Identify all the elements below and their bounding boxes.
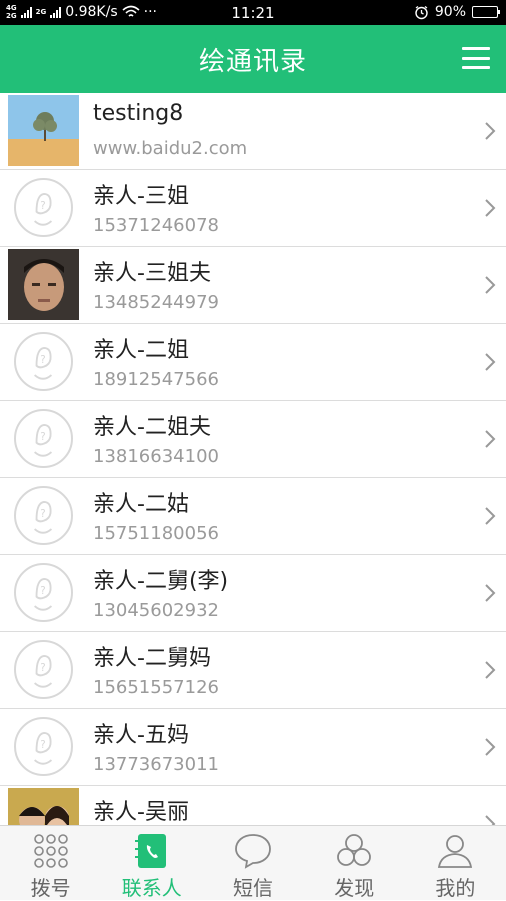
- chevron-right-icon: [485, 738, 496, 756]
- chevron-right-icon: [485, 276, 496, 294]
- tab-label: 拨号: [30, 876, 71, 900]
- contact-detail: 13485244979: [93, 292, 219, 313]
- svg-text:?: ?: [40, 739, 45, 751]
- contact-name: 亲人-二姐: [93, 338, 189, 363]
- chevron-right-icon: [485, 507, 496, 525]
- tab-label: 我的: [435, 876, 476, 900]
- default-avatar-icon: ?: [14, 409, 73, 468]
- chevron-right-icon: [485, 815, 496, 825]
- contact-detail: 18912547566: [93, 369, 219, 390]
- contact-name: 亲人-二舅(李): [93, 569, 229, 594]
- contact-name: 亲人-三姐: [93, 184, 189, 209]
- tab-profile[interactable]: 我的: [405, 826, 506, 900]
- menu-icon[interactable]: [462, 47, 490, 69]
- default-avatar-icon: ?: [14, 640, 73, 699]
- svg-text:?: ?: [40, 662, 45, 674]
- chevron-right-icon: [485, 122, 496, 140]
- chevron-right-icon: [485, 661, 496, 679]
- tab-dialpad[interactable]: 拨号: [0, 826, 101, 900]
- contact-detail: 15651557126: [93, 677, 219, 698]
- status-right: 90%: [414, 4, 500, 20]
- contact-row[interactable]: ? 亲人-五妈 13773673011: [0, 709, 506, 786]
- contact-avatar: [8, 95, 79, 166]
- svg-text:?: ?: [40, 585, 45, 597]
- contact-detail: 13773673011: [93, 754, 219, 775]
- dialpad-icon: [31, 832, 71, 870]
- contact-detail: www.baidu2.com: [93, 138, 248, 159]
- contact-name: 亲人-二姐夫: [93, 415, 211, 440]
- contact-avatar: [8, 249, 79, 320]
- contact-name: 亲人-二舅妈: [93, 646, 211, 671]
- contact-detail: 15751180056: [93, 523, 219, 544]
- contact-row[interactable]: 亲人-三姐夫 13485244979: [0, 247, 506, 324]
- battery-percent: 90%: [434, 4, 466, 20]
- contact-row[interactable]: ? 亲人-三姐 15371246078: [0, 170, 506, 247]
- tab-message-bubble[interactable]: 短信: [202, 826, 303, 900]
- contact-name: testing8: [93, 101, 184, 126]
- chevron-right-icon: [485, 199, 496, 217]
- contact-row[interactable]: 亲人-吴丽: [0, 786, 506, 825]
- contact-row[interactable]: ? 亲人-二姐夫 13816634100: [0, 401, 506, 478]
- contact-row[interactable]: ? 亲人-二姑 15751180056: [0, 478, 506, 555]
- default-avatar-icon: ?: [14, 563, 73, 622]
- tab-label: 短信: [233, 876, 273, 900]
- default-avatar-icon: ?: [14, 178, 73, 237]
- svg-text:?: ?: [40, 200, 45, 212]
- tab-contacts-book[interactable]: 联系人: [101, 826, 202, 900]
- tab-label: 联系人: [121, 876, 182, 900]
- contact-row[interactable]: ? 亲人-二舅(李) 13045602932: [0, 555, 506, 632]
- chevron-right-icon: [485, 353, 496, 371]
- contact-name: 亲人-二姑: [93, 492, 189, 517]
- alarm-clock-icon: [415, 5, 428, 19]
- page-title: 绘通讯录: [198, 46, 307, 77]
- svg-text:?: ?: [40, 508, 45, 520]
- svg-text:?: ?: [40, 431, 45, 443]
- contact-name: 亲人-三姐夫: [93, 261, 211, 286]
- tab-label: 发现: [334, 876, 375, 900]
- contact-row[interactable]: ? 亲人-二姐 18912547566: [0, 324, 506, 401]
- contact-detail: 13045602932: [93, 600, 219, 621]
- default-avatar-icon: ?: [14, 332, 73, 391]
- profile-icon: [435, 832, 475, 870]
- tab-discover-circles[interactable]: 发现: [304, 826, 405, 900]
- app-header: 绘通讯录: [0, 25, 506, 93]
- message-bubble-icon: [233, 832, 273, 870]
- bottom-tab-bar: 拨号 联系人 短信 发现 我的: [0, 825, 506, 900]
- chevron-right-icon: [485, 584, 496, 602]
- contact-detail: 15371246078: [93, 215, 219, 236]
- contact-name: 亲人-吴丽: [93, 800, 189, 825]
- default-avatar-icon: ?: [14, 717, 73, 776]
- status-bar: 4G 2G 2G 0.98K/s ··· 11:21 90%: [0, 0, 506, 25]
- contact-list[interactable]: testing8 www.baidu2.com ? 亲人-三姐 1537124607…: [0, 93, 506, 825]
- contacts-book-icon: [132, 832, 172, 870]
- battery-icon: [472, 6, 500, 18]
- contact-row[interactable]: ? 亲人-二舅妈 15651557126: [0, 632, 506, 709]
- contact-avatar: [8, 788, 79, 825]
- chevron-right-icon: [485, 430, 496, 448]
- contact-row[interactable]: testing8 www.baidu2.com: [0, 93, 506, 170]
- default-avatar-icon: ?: [14, 486, 73, 545]
- svg-text:?: ?: [40, 354, 45, 366]
- contact-detail: 13816634100: [93, 446, 219, 467]
- contact-name: 亲人-五妈: [93, 723, 189, 748]
- discover-circles-icon: [334, 832, 374, 870]
